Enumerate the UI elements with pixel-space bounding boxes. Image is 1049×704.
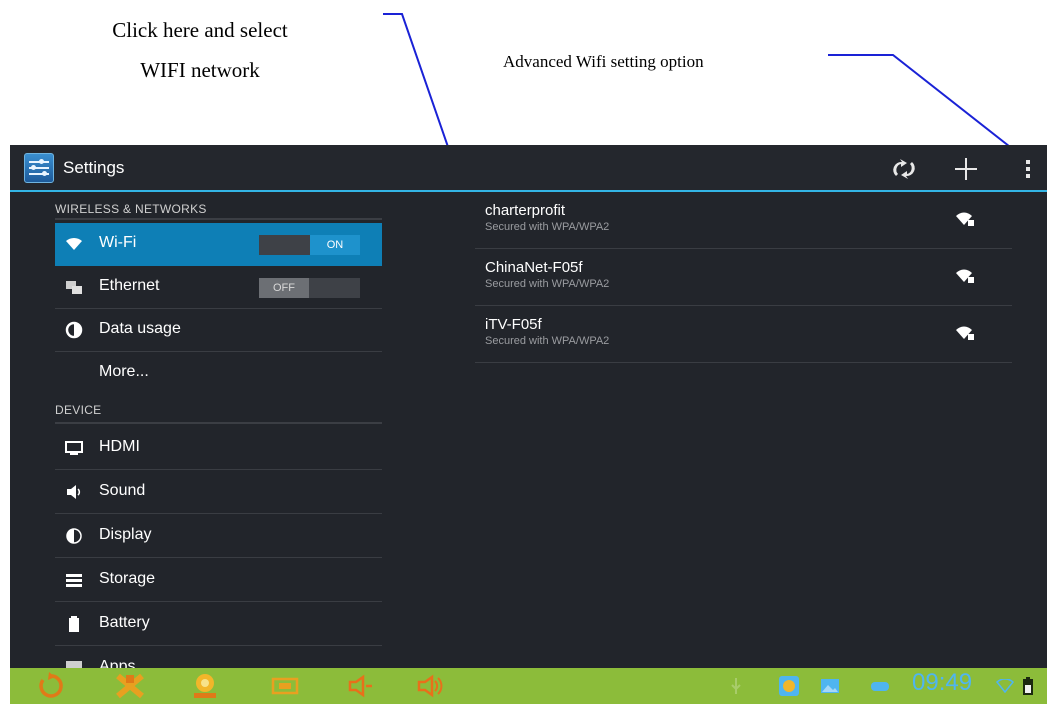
sidebar-item-label: Storage xyxy=(99,570,156,587)
network-security: Secured with WPA/WPA2 xyxy=(485,221,610,233)
wifi-signal-locked-icon xyxy=(956,212,974,226)
storage-icon xyxy=(66,574,82,587)
page-title: Settings xyxy=(63,158,125,177)
pointer-line-advanced xyxy=(828,54,1015,151)
add-icon[interactable] xyxy=(945,145,987,192)
ethernet-icon xyxy=(66,281,82,294)
battery-status-icon xyxy=(1018,668,1038,704)
wifi-toggle[interactable]: ON xyxy=(259,235,360,255)
back-icon[interactable] xyxy=(30,668,70,704)
wifi-status-icon xyxy=(994,668,1016,704)
sidebar-item-label: Data usage xyxy=(99,320,181,337)
sidebar-item-ethernet[interactable]: Ethernet OFF xyxy=(55,266,382,309)
volume-down-icon[interactable] xyxy=(340,668,380,704)
sidebar-item-wifi[interactable]: Wi-Fi ON xyxy=(55,223,382,266)
wifi-signal-locked-icon xyxy=(956,269,974,283)
refresh-icon[interactable] xyxy=(883,145,925,192)
ethernet-toggle[interactable]: OFF xyxy=(259,278,360,298)
sidebar-item-label: More... xyxy=(99,363,149,380)
section-header-wireless: WIRELESS & NETWORKS xyxy=(55,202,207,216)
sidebar-item-hdmi[interactable]: HDMI xyxy=(55,427,382,470)
network-security: Secured with WPA/WPA2 xyxy=(485,278,610,290)
toggle-state: OFF xyxy=(259,278,309,298)
sidebar-item-label: Sound xyxy=(99,482,146,499)
network-row[interactable]: charterprofit Secured with WPA/WPA2 xyxy=(475,192,1012,249)
app-notification-icon xyxy=(775,668,803,704)
clock: 09:49 xyxy=(912,669,973,696)
section-header-device: DEVICE xyxy=(55,403,102,417)
sidebar-item-label: Wi-Fi xyxy=(99,234,137,251)
data-usage-icon xyxy=(65,321,83,339)
display-icon xyxy=(66,528,82,544)
settings-sidebar: WIRELESS & NETWORKS Wi-Fi ON Ethernet OF… xyxy=(10,192,382,690)
usb-icon xyxy=(726,668,746,704)
wifi-signal-locked-icon xyxy=(956,326,974,340)
battery-icon xyxy=(69,616,79,632)
tablet-screen: Settings WIRELESS & NETWORKS Wi-Fi ON Et… xyxy=(10,145,1047,704)
sidebar-item-battery[interactable]: Battery xyxy=(55,603,382,646)
divider xyxy=(55,422,382,424)
monitor-icon xyxy=(65,441,83,455)
screenshot-icon[interactable] xyxy=(265,668,305,704)
game-controller-icon xyxy=(868,668,892,704)
speaker-icon xyxy=(67,485,81,499)
sidebar-item-label: HDMI xyxy=(99,438,140,455)
toggle-state: ON xyxy=(310,235,360,255)
sidebar-item-more[interactable]: More... xyxy=(55,352,382,395)
recent-apps-icon[interactable] xyxy=(185,668,225,704)
overflow-menu-icon[interactable] xyxy=(1013,145,1043,192)
network-ssid: ChinaNet-F05f xyxy=(485,259,583,276)
volume-up-icon[interactable] xyxy=(410,668,450,704)
sidebar-item-label: Battery xyxy=(99,614,150,631)
sidebar-item-storage[interactable]: Storage xyxy=(55,559,382,602)
system-bar: 09:49 xyxy=(10,668,1047,704)
settings-app-icon[interactable] xyxy=(24,153,54,183)
sidebar-item-label: Ethernet xyxy=(99,277,160,294)
network-row[interactable]: iTV-F05f Secured with WPA/WPA2 xyxy=(475,306,1012,363)
sidebar-item-label: Display xyxy=(99,526,152,543)
network-security: Secured with WPA/WPA2 xyxy=(485,335,610,347)
network-ssid: iTV-F05f xyxy=(485,316,542,333)
sidebar-item-display[interactable]: Display xyxy=(55,515,382,558)
network-ssid: charterprofit xyxy=(485,202,566,219)
network-row[interactable]: ChinaNet-F05f Secured with WPA/WPA2 xyxy=(475,249,1012,306)
wifi-icon xyxy=(66,237,82,250)
image-icon xyxy=(818,668,842,704)
sidebar-item-sound[interactable]: Sound xyxy=(55,471,382,514)
action-bar: Settings xyxy=(10,145,1047,192)
home-icon[interactable] xyxy=(110,668,150,704)
sidebar-item-data-usage[interactable]: Data usage xyxy=(55,309,382,352)
divider xyxy=(55,218,382,220)
